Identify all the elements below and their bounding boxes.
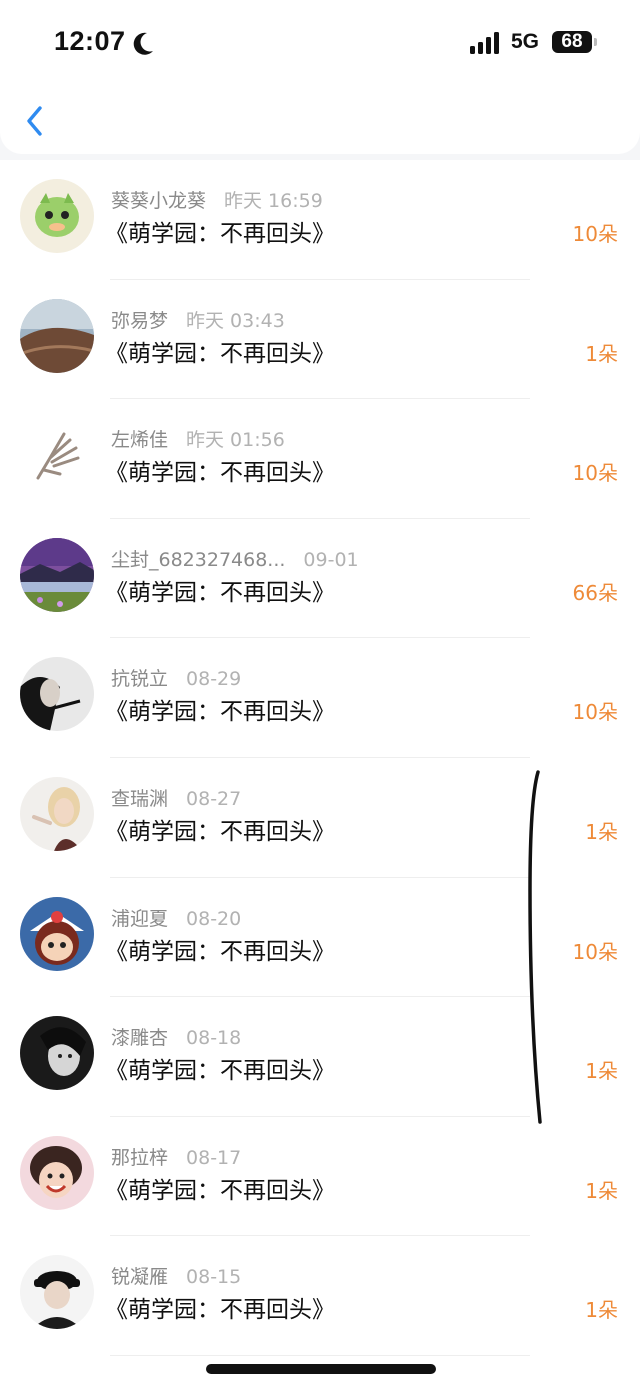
status-bar: 12:07 5G 68 <box>0 0 640 90</box>
flower-amount: 1朵 <box>585 1059 618 1084</box>
sender-meta: 查瑞渊 08-27 <box>111 784 241 811</box>
sender-name: 弥易梦 <box>111 309 169 332</box>
book-title: 《萌学园：不再回头》 <box>105 818 335 845</box>
sender-meta: 尘封_682327468... 09-01 <box>111 545 359 572</box>
sender-name: 查瑞渊 <box>111 787 169 810</box>
list-item[interactable]: 抗锐立 08-29 《萌学园：不再回头》 10朵 <box>0 638 640 758</box>
book-title: 《萌学园：不再回头》 <box>105 938 335 965</box>
sender-name: 漆雕杏 <box>111 1027 169 1050</box>
sent-time: 昨天 03:43 <box>186 309 285 332</box>
sender-meta: 漆雕杏 08-18 <box>111 1023 241 1050</box>
sent-time: 08-15 <box>186 1266 242 1289</box>
book-title: 《萌学园：不再回头》 <box>105 579 335 606</box>
sender-name: 浦迎夏 <box>111 907 169 930</box>
list-item[interactable]: 弥易梦 昨天 03:43 《萌学园：不再回头》 1朵 <box>0 280 640 400</box>
flower-amount: 10朵 <box>572 700 618 725</box>
book-title: 《萌学园：不再回头》 <box>105 221 335 247</box>
dark-portrait-avatar[interactable] <box>20 1016 94 1091</box>
flower-amount: 1朵 <box>585 1178 618 1203</box>
sender-name: 抗锐立 <box>111 668 169 691</box>
sent-time: 08-17 <box>186 1146 242 1169</box>
sent-time: 08-29 <box>186 668 242 691</box>
book-title: 《萌学园：不再回头》 <box>105 1058 335 1085</box>
flower-amount: 66朵 <box>572 580 618 605</box>
sent-time: 08-27 <box>186 787 242 810</box>
moon-icon <box>133 32 153 55</box>
list-item[interactable]: 左烯佳 昨天 01:56 《萌学园：不再回头》 10朵 <box>0 399 640 519</box>
list-item[interactable]: 那拉梓 08-17 《萌学园：不再回头》 1朵 <box>0 1117 640 1237</box>
hat-boy-avatar[interactable] <box>20 1255 94 1330</box>
battery-cap <box>594 38 597 46</box>
battery-icon: 68 <box>552 31 592 53</box>
sent-time: 昨天 16:59 <box>224 190 323 212</box>
list-item[interactable]: 锐凝雁 08-15 《萌学园：不再回头》 1朵 <box>0 1236 640 1356</box>
sent-time: 08-20 <box>186 907 242 930</box>
sender-name: 尘封_682327468... <box>111 548 286 571</box>
sent-time: 09-01 <box>303 548 359 571</box>
sender-meta: 左烯佳 昨天 01:56 <box>111 425 285 452</box>
book-title: 《萌学园：不再回头》 <box>105 1177 335 1204</box>
book-title: 《萌学园：不再回头》 <box>105 460 335 487</box>
sender-name: 锐凝雁 <box>111 1266 169 1289</box>
flower-amount: 10朵 <box>572 222 618 246</box>
sent-time: 昨天 01:56 <box>186 429 285 452</box>
network-label: 5G <box>511 30 540 53</box>
home-indicator[interactable] <box>206 1364 436 1374</box>
smiling-child-avatar[interactable] <box>20 1135 94 1210</box>
flower-amount: 10朵 <box>572 939 618 964</box>
sender-meta: 抗锐立 08-29 <box>111 664 241 691</box>
seaside-rock-avatar[interactable] <box>20 298 94 373</box>
flower-amount: 1朵 <box>585 341 618 366</box>
purple-landscape-avatar[interactable] <box>20 537 94 612</box>
back-chevron-icon[interactable] <box>20 100 50 142</box>
flower-amount: 10朵 <box>572 461 618 486</box>
list-item[interactable]: 葵葵小龙葵 昨天 16:59 《萌学园：不再回头》 10朵 <box>0 160 640 280</box>
sender-meta: 浦迎夏 08-20 <box>111 904 241 931</box>
sender-meta: 那拉梓 08-17 <box>111 1143 241 1170</box>
sender-meta: 葵葵小龙葵 昨天 16:59 <box>111 186 323 213</box>
sender-name: 左烯佳 <box>111 429 169 452</box>
list-item[interactable]: 尘封_682327468... 09-01 《萌学园：不再回头》 66朵 <box>0 519 640 639</box>
green-dragon-avatar[interactable] <box>20 179 94 253</box>
sender-meta: 锐凝雁 08-15 <box>111 1262 241 1289</box>
book-title: 《萌学园：不再回头》 <box>105 699 335 726</box>
top-header: 12:07 5G 68 <box>0 0 640 154</box>
drawn-bracket-mark <box>528 770 542 1124</box>
sender-name: 那拉梓 <box>111 1146 169 1169</box>
cartoon-girl-avatar[interactable] <box>20 896 94 971</box>
book-title: 《萌学园：不再回头》 <box>105 340 335 367</box>
sender-name: 葵葵小龙葵 <box>111 190 207 212</box>
signal-icon <box>470 32 499 54</box>
woman-bw-avatar[interactable] <box>20 657 94 732</box>
status-time: 12:07 <box>54 26 126 56</box>
sent-time: 08-18 <box>186 1027 242 1050</box>
flower-amount: 1朵 <box>585 1298 618 1323</box>
flower-amount: 1朵 <box>585 819 618 844</box>
hand-sketch-avatar[interactable] <box>20 418 94 493</box>
blonde-woman-avatar[interactable] <box>20 776 94 851</box>
sender-meta: 弥易梦 昨天 03:43 <box>111 306 285 333</box>
book-title: 《萌学园：不再回头》 <box>105 1297 335 1324</box>
